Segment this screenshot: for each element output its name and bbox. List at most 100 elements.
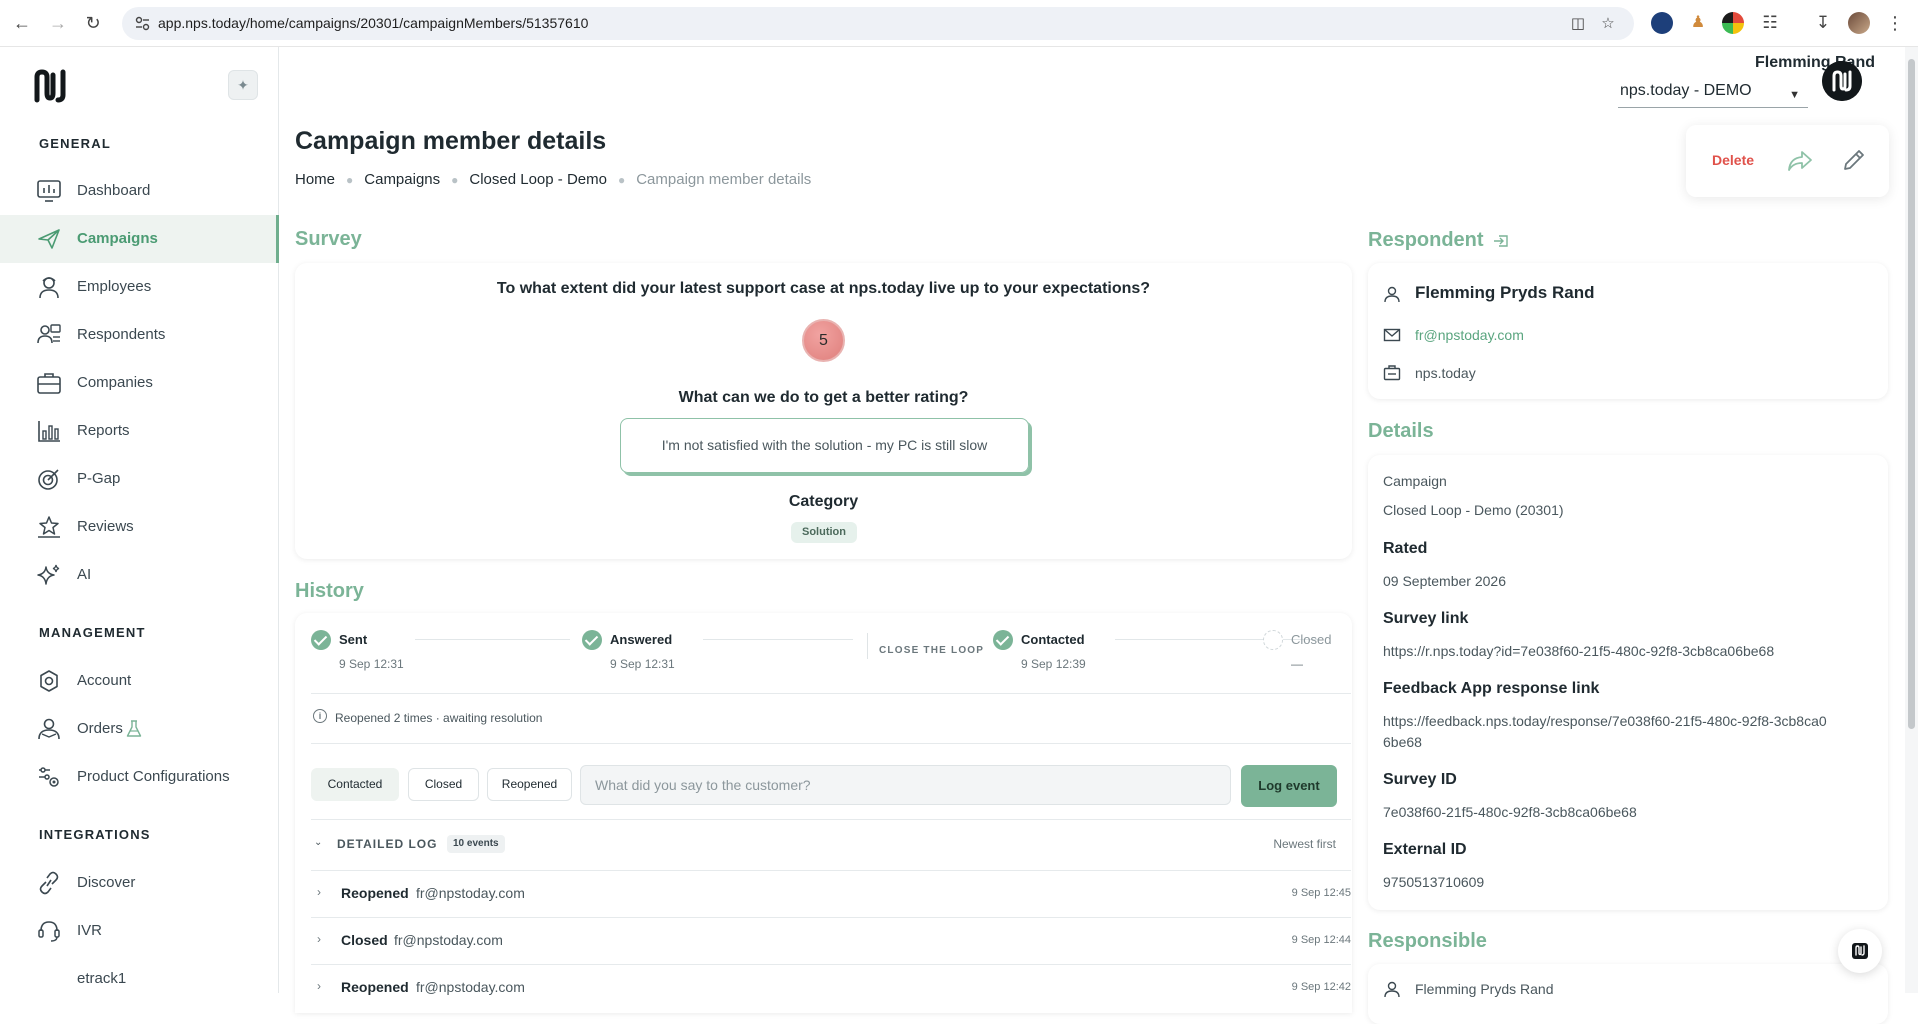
sidebar-item-label: Companies [77,374,153,391]
log-note-input[interactable] [580,765,1231,805]
org-select[interactable]: nps.today - DEMO ▼ [1618,80,1808,108]
step-closed-label: Closed [1291,632,1332,647]
employee-icon [39,277,59,299]
extension-check-icon[interactable] [1651,12,1673,34]
sidebar-item-label: etrack1 [77,970,127,987]
chevron-down-icon[interactable]: ⌄ [314,837,322,848]
step-closed-pending-icon [1263,630,1283,650]
reload-icon[interactable]: ↻ [81,11,105,35]
log-sort-toggle[interactable]: Newest first [1273,837,1336,851]
config-icon [39,767,59,787]
link-icon [39,871,59,895]
log-row[interactable]: › Reopened fr@npstoday.com 9 Sep 12:45 [311,870,1351,916]
survey-question-1: To what extent did your latest support c… [496,280,1151,297]
category-tag: Solution [791,522,857,543]
sidebar-item-reports[interactable]: Reports [0,407,278,455]
sidebar-item-p-gap[interactable]: P-Gap [0,455,278,503]
pin-sidebar-button[interactable]: ✦ [228,70,258,100]
profile-avatar[interactable] [1848,12,1870,34]
share-icon[interactable] [1786,147,1814,175]
respondent-email[interactable]: fr@npstoday.com [1415,327,1524,343]
sidebar-item-ivr[interactable]: IVR [0,907,278,955]
extension-figure-icon[interactable]: ♟ [1687,12,1709,34]
breadcrumb-separator: ● [617,173,626,187]
survey-id-label: Survey ID [1383,771,1457,788]
extensions-puzzle-icon[interactable]: ☷ [1759,12,1781,34]
scrollbar-thumb[interactable] [1908,59,1915,729]
sidebar-item-label: Product Configurations [77,768,230,785]
responsible-heading: Responsible [1368,930,1487,952]
address-bar[interactable]: app.nps.today/home/campaigns/20301/campa… [122,7,1634,40]
step-sent-date: 9 Sep 12:31 [339,657,404,671]
breadcrumb-campaigns[interactable]: Campaigns [364,171,440,188]
campaign-link[interactable]: Closed Loop - Demo (20301) [1383,500,1883,521]
user-avatar[interactable] [1822,61,1862,101]
details-heading: Details [1368,420,1434,442]
sidebar-item-companies[interactable]: Companies [0,359,278,407]
open-respondent-icon[interactable] [1493,234,1509,248]
log-event-button[interactable]: Log event [1241,765,1337,807]
sidebar-item-label: Reviews [77,518,134,535]
sidebar-item-label: Campaigns [77,230,158,247]
sidebar-item-label: Account [77,672,132,689]
settings-icon [40,670,58,692]
sidebar-item-ai[interactable]: AI [0,551,278,599]
status-pill-closed[interactable]: Closed [408,768,479,801]
log-row[interactable]: › Closed fr@npstoday.com 9 Sep 12:44 [311,917,1351,963]
stars-icon [38,516,60,538]
download-icon[interactable]: ↧ [1812,12,1834,34]
sidebar: ✦ GENERAL Dashboard Campaigns Employees … [0,47,279,993]
mail-icon [1383,328,1401,342]
info-icon: i [313,709,327,723]
log-row[interactable]: › Reopened fr@npstoday.com 9 Sep 12:42 [311,964,1351,1010]
chevron-right-icon: › [317,885,321,899]
sidebar-item-discover[interactable]: Discover [0,859,278,907]
rated-label: Rated [1383,540,1428,557]
reports-icon [38,421,60,442]
back-icon[interactable]: ← [10,11,34,35]
sidebar-item-orders[interactable]: Orders [0,705,278,753]
orders-icon [38,718,60,740]
history-heading: History [295,580,364,602]
feedback-link[interactable]: https://feedback.nps.today/response/7e03… [1383,711,1833,753]
sidebar-item-campaigns[interactable]: Campaigns [0,215,279,263]
delete-button[interactable]: Delete [1712,152,1754,168]
respondents-icon [37,324,61,344]
sidebar-item-dashboard[interactable]: Dashboard [0,167,278,215]
section-title-integrations: INTEGRATIONS [39,827,151,842]
sidebar-item-account[interactable]: Account [0,657,278,705]
url-text[interactable]: app.nps.today/home/campaigns/20301/campa… [158,15,588,31]
detailed-log-toggle[interactable]: DETAILED LOG [337,837,437,851]
sidebar-item-respondents[interactable]: Respondents [0,311,278,359]
sidebar-item-product-configurations[interactable]: Product Configurations [0,753,278,801]
status-pill-contacted[interactable]: Contacted [311,768,399,801]
step-answered-label: Answered [610,632,673,647]
edit-icon[interactable] [1841,147,1867,173]
nps-logo[interactable] [34,69,66,103]
sidebar-item-etrack1[interactable]: etrack1 [0,955,278,1003]
step-closed-date: — [1291,657,1303,671]
respondent-name: Flemming Pryds Rand [1415,283,1595,302]
step-answered-date: 9 Sep 12:31 [610,657,675,671]
sidebar-item-reviews[interactable]: Reviews [0,503,278,551]
browser-menu-icon[interactable]: ⋮ [1884,12,1906,34]
bookmark-star-icon[interactable]: ☆ [1598,14,1618,34]
log-event-type: Reopened [341,885,409,901]
timeline-connector [415,639,570,640]
site-info-icon[interactable] [134,15,151,32]
responsible-name: Flemming Pryds Rand [1415,981,1554,997]
forward-icon[interactable]: → [46,11,70,35]
respondent-card: Flemming Pryds Rand fr@npstoday.com nps.… [1368,263,1888,399]
page-scrollbar[interactable] [1905,47,1918,993]
extension-color-icon[interactable] [1722,12,1744,34]
install-app-icon[interactable]: ◫ [1568,14,1588,34]
company-icon [1383,365,1401,381]
breadcrumb-campaign[interactable]: Closed Loop - Demo [469,171,607,188]
survey-card: To what extent did your latest support c… [295,263,1352,559]
sidebar-item-employees[interactable]: Employees [0,263,278,311]
support-chat-button[interactable] [1838,929,1882,973]
status-pill-reopened[interactable]: Reopened [487,768,572,801]
rocket-icon [38,229,60,249]
breadcrumb-home[interactable]: Home [295,171,335,188]
survey-link[interactable]: https://r.nps.today?id=7e038f60-21f5-480… [1383,641,1883,662]
